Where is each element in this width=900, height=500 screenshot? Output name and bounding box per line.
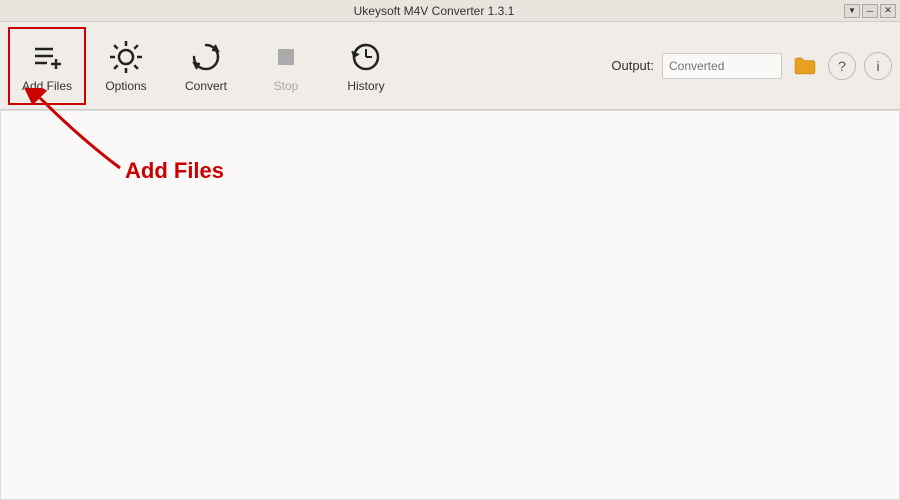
- folder-button[interactable]: [790, 53, 820, 79]
- dropdown-btn[interactable]: ▼: [844, 4, 860, 18]
- title-bar: Ukeysoft M4V Converter 1.3.1 ▼ ─ ✕: [0, 0, 900, 22]
- convert-button[interactable]: Convert: [166, 26, 246, 106]
- toolbar-right: Output: ? i: [611, 52, 892, 80]
- stop-button[interactable]: Stop: [246, 26, 326, 106]
- output-input[interactable]: [662, 53, 782, 79]
- info-button[interactable]: i: [864, 52, 892, 80]
- minimize-btn[interactable]: ─: [862, 4, 878, 18]
- stop-label: Stop: [274, 79, 299, 93]
- annotation-arrow: [20, 88, 150, 178]
- add-files-icon: [29, 39, 65, 75]
- folder-icon: [794, 57, 816, 75]
- convert-icon: [188, 39, 224, 75]
- history-button[interactable]: History: [326, 26, 406, 106]
- history-label: History: [347, 79, 384, 93]
- convert-label: Convert: [185, 79, 227, 93]
- window-title: Ukeysoft M4V Converter 1.3.1: [24, 4, 844, 18]
- output-label: Output:: [611, 58, 654, 73]
- options-icon: [108, 39, 144, 75]
- help-button[interactable]: ?: [828, 52, 856, 80]
- stop-icon: [268, 39, 304, 75]
- history-icon: [348, 39, 384, 75]
- close-btn[interactable]: ✕: [880, 4, 896, 18]
- window-controls: ▼ ─ ✕: [844, 4, 896, 18]
